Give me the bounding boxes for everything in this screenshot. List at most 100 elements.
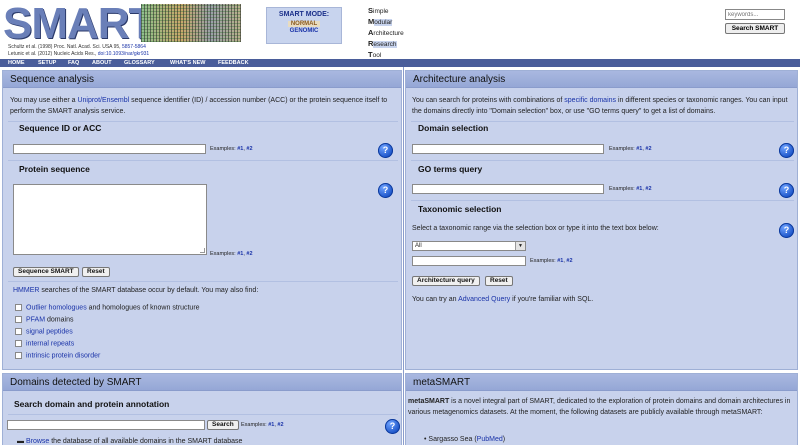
checkbox[interactable]	[15, 352, 22, 359]
nav-setup[interactable]: SETUP	[38, 59, 56, 67]
nav-glossary[interactable]: GLOSSARY	[124, 59, 155, 67]
example-1-link[interactable]: #1	[636, 146, 642, 152]
architecture-query-button[interactable]: Architecture query	[412, 276, 480, 286]
sequence-analysis-panel: Sequence analysis You may use either a U…	[2, 70, 402, 370]
logo-alignment-graphic	[141, 4, 241, 42]
reset-button[interactable]: Reset	[82, 267, 110, 277]
pubmed-link[interactable]: PubMed	[477, 436, 503, 443]
domain-selection-examples: Examples: #1, #2	[609, 146, 652, 152]
example-1-link[interactable]: #1	[237, 146, 243, 152]
help-icon[interactable]: ?	[378, 183, 393, 198]
citation-1-link[interactable]: 5857-5864	[122, 44, 146, 50]
divider	[8, 281, 398, 282]
section-title-taxonomic: Taxonomic selection	[418, 204, 502, 214]
smart-logo[interactable]: SMART	[3, 0, 241, 48]
folder-icon: ▬	[17, 438, 26, 445]
option-signal-peptides: signal peptides	[15, 328, 73, 335]
advanced-query-link[interactable]: Advanced Query	[458, 296, 510, 303]
taxonomic-description: Select a taxonomic range via the selecti…	[412, 225, 659, 232]
nav-feedback[interactable]: FEEDBACK	[218, 59, 249, 67]
example-1-link[interactable]: #1	[636, 186, 642, 192]
nav-whats-new[interactable]: WHAT'S NEW	[170, 59, 205, 67]
domains-detected-panel: Domains detected by SMART Search domain …	[2, 373, 402, 445]
metasmart-panel: metaSMART metaSMART is a novel integral …	[405, 373, 798, 445]
section-title-search-domain: Search domain and protein annotation	[14, 399, 170, 409]
example-2-link[interactable]: #2	[246, 146, 252, 152]
browse-link[interactable]: Browse	[26, 438, 49, 445]
example-2-link[interactable]: #2	[566, 258, 572, 264]
nav-home[interactable]: HOME	[8, 59, 25, 67]
checkbox[interactable]	[15, 316, 22, 323]
divider	[8, 414, 398, 415]
hmmer-link[interactable]: HMMER	[13, 287, 39, 294]
sequence-id-input[interactable]	[13, 144, 206, 154]
search-smart-button[interactable]: Search SMART	[725, 23, 785, 34]
specific-domains-link[interactable]: specific domains	[564, 97, 616, 104]
divider	[411, 160, 794, 161]
acronym-line: Architecture	[368, 28, 404, 37]
domain-search-input[interactable]	[7, 420, 205, 430]
go-terms-examples: Examples: #1, #2	[609, 186, 652, 192]
sequence-smart-button[interactable]: Sequence SMART	[13, 267, 79, 277]
acronym-line: Simple	[368, 6, 389, 15]
acronym-line: Modular	[368, 17, 393, 26]
example-1-link[interactable]: #1	[237, 251, 243, 257]
help-icon[interactable]: ?	[779, 223, 794, 238]
section-title-go-terms: GO terms query	[418, 164, 483, 174]
column-divider	[403, 67, 404, 445]
main-nav: HOME SETUP FAQ ABOUT GLOSSARY WHAT'S NEW…	[0, 59, 800, 67]
help-icon[interactable]: ?	[378, 143, 393, 158]
citation-2-link[interactable]: doi:10.1093/nar/gkr931	[98, 51, 149, 57]
page-header: SMART Schultz et al. (1998) Proc. Natl. …	[0, 0, 800, 60]
option-outlier-homologues: Outlier homologues and homologues of kno…	[15, 304, 200, 311]
mode-genomic-option[interactable]: GENOMIC	[267, 28, 341, 34]
advanced-query-note: You can try an Advanced Query if you're …	[412, 296, 594, 303]
checkbox[interactable]	[15, 340, 22, 347]
domain-search-examples: Examples: #1, #2	[241, 422, 284, 428]
help-icon[interactable]: ?	[779, 183, 794, 198]
architecture-analysis-panel: Architecture analysis You can search for…	[405, 70, 798, 370]
protein-sequence-examples: Examples: #1, #2	[210, 251, 253, 257]
nav-about[interactable]: ABOUT	[92, 59, 112, 67]
panel-title: Domains detected by SMART	[3, 374, 401, 391]
divider	[411, 121, 794, 122]
example-1-link[interactable]: #1	[268, 422, 274, 428]
sequence-id-examples: Examples: #1, #2	[210, 146, 253, 152]
protein-sequence-textarea[interactable]	[13, 184, 207, 255]
checkbox[interactable]	[15, 304, 22, 311]
mode-normal-option[interactable]: NORMAL	[287, 21, 321, 27]
example-2-link[interactable]: #2	[277, 422, 283, 428]
go-terms-input[interactable]	[412, 184, 604, 194]
example-1-link[interactable]: #1	[557, 258, 563, 264]
chevron-down-icon[interactable]: ▼	[515, 242, 525, 250]
citation-2: Letunic et al. (2012) Nucleic Acids Res.…	[8, 51, 150, 57]
reset-button[interactable]: Reset	[485, 276, 513, 286]
keyword-search: Search SMART	[725, 9, 785, 34]
help-icon[interactable]: ?	[385, 419, 400, 434]
example-2-link[interactable]: #2	[246, 251, 252, 257]
keywords-input[interactable]	[725, 9, 785, 20]
taxonomic-examples: Examples: #1, #2	[530, 258, 573, 264]
dataset-item: • Sargasso Sea (PubMed)	[424, 436, 506, 443]
nav-faq[interactable]: FAQ	[68, 59, 79, 67]
divider	[8, 160, 398, 161]
section-title-sequence-id: Sequence ID or ACC	[19, 123, 102, 133]
example-2-link[interactable]: #2	[645, 186, 651, 192]
resize-grip[interactable]	[200, 248, 205, 253]
checkbox[interactable]	[15, 328, 22, 335]
section-title-protein-sequence: Protein sequence	[19, 164, 90, 174]
architecture-description: You can search for proteins with combina…	[412, 97, 788, 115]
mode-title: SMART MODE:	[278, 11, 330, 18]
domain-search-button[interactable]: Search	[207, 420, 239, 430]
taxonomic-input[interactable]	[412, 256, 526, 266]
domain-selection-input[interactable]	[412, 144, 604, 154]
taxonomic-select[interactable]: All ▼	[412, 241, 526, 251]
option-internal-repeats: internal repeats	[15, 340, 74, 347]
sequence-description: You may use either a Uniprot/Ensembl seq…	[10, 97, 388, 115]
logo-text: SMART	[3, 0, 155, 48]
panel-title: Architecture analysis	[406, 71, 797, 88]
example-2-link[interactable]: #2	[645, 146, 651, 152]
uniprot-ensembl-link[interactable]: Uniprot/Ensembl	[77, 97, 129, 104]
help-icon[interactable]: ?	[779, 143, 794, 158]
divider	[411, 200, 794, 201]
